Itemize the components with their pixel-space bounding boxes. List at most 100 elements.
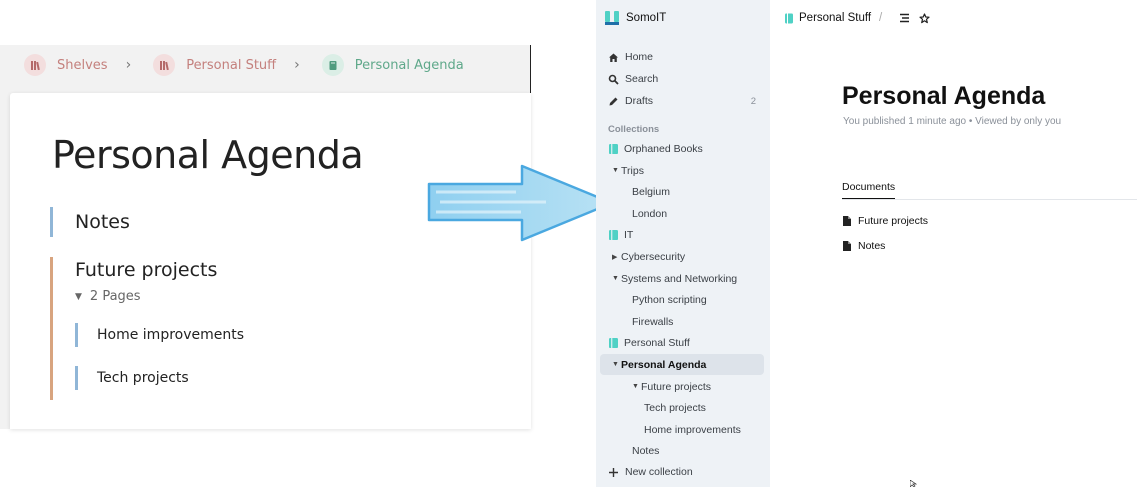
plus-icon <box>608 467 619 478</box>
book-icon <box>321 54 344 76</box>
chevron-right-icon: › <box>294 57 300 73</box>
migration-arrow-icon <box>427 164 614 242</box>
book-content-card: Personal Agenda Notes Future projects ▼ … <box>10 93 531 429</box>
chapter-title: Notes <box>75 211 130 233</box>
tree-item-orphaned-books[interactable]: Orphaned Books <box>600 138 764 159</box>
page-home-improvements[interactable]: Home improvements <box>75 323 325 347</box>
nav-search[interactable]: Search <box>600 69 764 89</box>
caret-down-icon[interactable]: ▼ <box>632 383 641 390</box>
nav-home[interactable]: Home <box>600 47 764 67</box>
new-collection-button[interactable]: New collection <box>600 462 764 482</box>
document-header: Personal Stuff / <box>784 9 930 27</box>
caret-down-icon[interactable]: ▼ <box>612 275 621 282</box>
pencil-icon <box>608 96 619 107</box>
nav-label: Search <box>625 73 659 85</box>
pages-toggle-label: 2 Pages <box>89 289 141 304</box>
published-info: You published 1 minute ago <box>843 116 967 127</box>
tree-item-belgium[interactable]: Belgium <box>600 181 764 202</box>
collection-icon <box>609 143 618 154</box>
shelf-icon <box>153 54 176 76</box>
page-title: Home improvements <box>97 327 245 343</box>
chapter-notes[interactable]: Notes <box>50 207 130 237</box>
viewed-info: Viewed by only you <box>975 116 1062 127</box>
document-icon <box>843 216 851 226</box>
shelf-icon <box>24 54 46 76</box>
tab-divider <box>842 199 1137 200</box>
tree-item-label: Firewalls <box>632 315 674 328</box>
tree-item-label: Personal Agenda <box>621 358 707 371</box>
home-icon <box>608 52 619 63</box>
header-breadcrumb[interactable]: Personal Stuff <box>799 12 871 24</box>
tree-item-label: Notes <box>632 444 660 457</box>
outline-logo-icon <box>605 11 619 25</box>
chapter-future-projects: Future projects ▼ 2 Pages Home improveme… <box>50 257 244 400</box>
page-tech-projects[interactable]: Tech projects <box>75 366 325 390</box>
tree-item-tech-projects[interactable]: Tech projects <box>600 397 764 418</box>
tree-item-label: Personal Stuff <box>624 336 690 349</box>
tree-item-label: Belgium <box>632 185 670 198</box>
search-icon <box>608 74 619 85</box>
tree-item-label: Trips <box>621 164 644 177</box>
nav-label: Home <box>625 51 654 63</box>
chapter-title[interactable]: Future projects <box>75 259 217 281</box>
collection-icon <box>609 337 618 348</box>
tree-item-label: Cybersecurity <box>621 250 686 263</box>
caret-down-icon[interactable]: ▼ <box>612 167 621 174</box>
tree-item-label: Tech projects <box>644 401 706 414</box>
table-of-contents-icon[interactable] <box>899 13 910 23</box>
tree-item-trips[interactable]: ▼ Trips <box>600 160 764 181</box>
breadcrumb-separator: / <box>879 12 883 24</box>
outline-sidebar: SomoIT Home Search Drafts 2 Collections … <box>596 0 770 487</box>
tree-item-home-improvements[interactable]: Home improvements <box>600 419 764 440</box>
breadcrumb: Shelves › Personal Stuff › Personal Agen… <box>24 53 464 77</box>
tree-item-cybersecurity[interactable]: ▶ Cybersecurity <box>600 246 764 267</box>
caret-down-icon: ▼ <box>75 291 82 302</box>
tree-item-personal-stuff[interactable]: Personal Stuff <box>600 332 764 353</box>
tree-item-label: Future projects <box>641 380 712 393</box>
document-item-notes[interactable]: Notes <box>842 237 885 255</box>
chevron-right-icon: › <box>125 57 132 73</box>
team-name: SomoIT <box>626 12 667 24</box>
tree-item-label: London <box>632 207 668 220</box>
document-item-future-projects[interactable]: Future projects <box>842 212 928 230</box>
tree-item-label: Systems and Networking <box>621 272 738 285</box>
tree-item-firewalls[interactable]: Firewalls <box>600 311 764 332</box>
book-title: Personal Agenda <box>52 133 364 177</box>
page-title: Tech projects <box>97 370 189 386</box>
collection-icon <box>785 13 793 23</box>
collections-heading: Collections <box>608 124 660 135</box>
tree-item-future-projects[interactable]: ▼ Future projects <box>600 376 764 397</box>
team-switcher[interactable]: SomoIT <box>604 9 666 27</box>
tree-item-personal-agenda[interactable]: ▼ Personal Agenda <box>600 354 764 375</box>
tree-item-label: Orphaned Books <box>624 142 703 155</box>
collection-icon <box>609 229 618 240</box>
breadcrumb-personal-agenda[interactable]: Personal Agenda <box>321 54 464 76</box>
drafts-count: 2 <box>750 95 756 107</box>
tree-item-systems-and-networking[interactable]: ▼ Systems and Networking <box>600 268 764 289</box>
pages-toggle[interactable]: ▼ 2 Pages <box>75 289 217 304</box>
document-label: Future projects <box>858 215 929 227</box>
nav-label: Drafts <box>625 95 654 107</box>
nav-drafts[interactable]: Drafts 2 <box>600 91 764 111</box>
tree-item-label: IT <box>624 228 634 241</box>
caret-right-icon[interactable]: ▶ <box>612 253 621 261</box>
document-icon <box>843 241 851 251</box>
breadcrumb-personal-stuff[interactable]: Personal Stuff <box>153 54 276 76</box>
new-collection-label: New collection <box>625 466 693 478</box>
tab-documents[interactable]: Documents <box>842 181 896 200</box>
document-title[interactable]: Personal Agenda <box>842 82 1045 111</box>
breadcrumb-label: Shelves <box>57 57 108 73</box>
tree-item-label: Python scripting <box>632 293 707 306</box>
outline-main: Personal Stuff / Personal Agenda You pub… <box>770 0 1137 487</box>
breadcrumb-label: Personal Stuff <box>186 57 277 73</box>
breadcrumb-shelves[interactable]: Shelves <box>24 54 108 76</box>
breadcrumb-label: Personal Agenda <box>354 57 464 73</box>
document-meta: You published 1 minute ago • Viewed by o… <box>843 116 1061 127</box>
tree-item-it[interactable]: IT <box>600 224 764 245</box>
tree-item-notes[interactable]: Notes <box>600 440 764 461</box>
document-label: Notes <box>858 240 886 252</box>
tree-item-london[interactable]: London <box>600 203 764 224</box>
tree-item-python-scripting[interactable]: Python scripting <box>600 289 764 310</box>
caret-down-icon[interactable]: ▼ <box>612 361 621 368</box>
star-icon[interactable] <box>919 12 930 24</box>
